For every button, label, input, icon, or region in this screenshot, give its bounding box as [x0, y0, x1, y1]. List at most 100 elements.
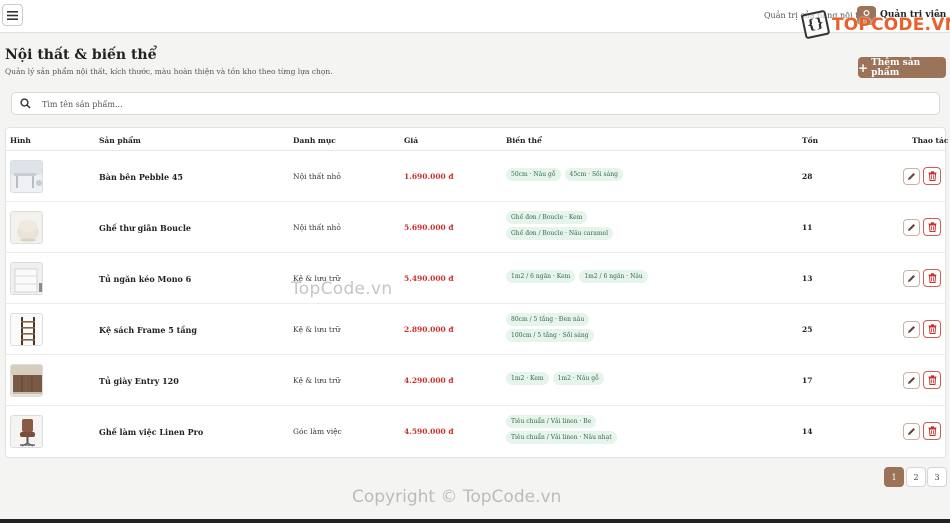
bottom-edge-bar [0, 519, 950, 523]
product-price: 2.890.000 đ [404, 325, 454, 334]
pencil-icon [908, 173, 915, 180]
product-thumbnail [10, 211, 43, 244]
variant-tag: 100cm / 5 tầng · Sồi sáng [506, 329, 594, 342]
product-thumbnail [10, 364, 43, 397]
product-category: Kệ & lưu trữ [293, 376, 341, 385]
trash-icon [928, 375, 936, 385]
trash-icon [928, 171, 936, 181]
watermark-logo: {} TOPCODE.VN [800, 9, 950, 40]
product-price: 5.690.000 đ [404, 223, 454, 232]
delete-button[interactable] [923, 167, 941, 185]
header-product: Sản phẩm [99, 136, 141, 145]
edit-button[interactable] [903, 321, 920, 338]
delete-button[interactable] [923, 371, 941, 389]
pencil-icon [908, 377, 915, 384]
header-variants: Biến thể [506, 136, 542, 145]
page-title: Nội thất & biến thể [5, 47, 157, 63]
top-bar: Quản trị cửa hàng nội thất Quản trị viên… [0, 0, 950, 40]
variant-tag: 1m2 · Kem [506, 372, 549, 385]
header-stock: Tồn [802, 136, 819, 145]
product-stock: 28 [802, 172, 813, 181]
product-thumbnail [10, 313, 43, 346]
page-button-3[interactable]: 3 [927, 467, 947, 487]
pencil-icon [908, 275, 915, 282]
page-subtitle: Quản lý sản phẩm nội thất, kích thước, m… [5, 67, 333, 76]
edit-button[interactable] [903, 219, 920, 236]
delete-button[interactable] [923, 218, 941, 236]
trash-icon [928, 324, 936, 334]
menu-toggle-button[interactable] [2, 4, 23, 26]
product-stock: 13 [802, 274, 813, 283]
variant-tag: 1m2 / 6 ngăn · Nâu [579, 270, 648, 283]
variant-tag: Ghế đơn / Boucle · Kem [506, 211, 588, 224]
page-button-2[interactable]: 2 [906, 467, 926, 487]
product-stock: 25 [802, 325, 813, 334]
product-thumbnail [10, 262, 43, 295]
pencil-icon [908, 428, 915, 435]
search-icon [20, 98, 31, 109]
variant-tag: Tiêu chuẩn / Vải linen · Be [506, 415, 597, 428]
page-button-1[interactable]: 1 [884, 467, 904, 487]
product-name: Ghế thư giãn Boucle [99, 223, 191, 233]
product-stock: 14 [802, 427, 813, 436]
table-row[interactable]: Kệ sách Frame 5 tầng Kệ & lưu trữ 2.890.… [6, 304, 945, 355]
product-thumbnail [10, 160, 43, 193]
product-stock: 17 [802, 376, 813, 385]
variant-list: Ghế đơn / Boucle · Kem Ghế đơn / Boucle … [506, 211, 613, 240]
variant-tag: 1m2 / 6 ngăn · Kem [506, 270, 576, 283]
product-category: Góc làm việc [293, 427, 342, 436]
product-category: Kệ & lưu trữ [293, 325, 341, 334]
product-name: Kệ sách Frame 5 tầng [99, 325, 197, 335]
edit-button[interactable] [903, 168, 920, 185]
variant-list: Tiêu chuẩn / Vải linen · Be Tiêu chuẩn /… [506, 415, 617, 444]
product-price: 1.690.000 đ [404, 172, 454, 181]
header-actions: Thao tác [912, 136, 949, 145]
product-thumbnail [10, 415, 43, 448]
product-name: Ghế làm việc Linen Pro [99, 427, 204, 437]
product-name: Tủ giày Entry 120 [99, 376, 179, 386]
product-category: Nội thất nhỏ [293, 223, 341, 232]
variant-list: 1m2 / 6 ngăn · Kem 1m2 / 6 ngăn · Nâu [506, 270, 648, 283]
edit-button[interactable] [903, 270, 920, 287]
product-price: 4.290.000 đ [404, 376, 454, 385]
delete-button[interactable] [923, 422, 941, 440]
variant-list: 80cm / 5 tầng · Đen nâu 100cm / 5 tầng ·… [506, 313, 594, 342]
variant-list: 50cm · Nâu gỗ 45cm · Sồi sáng [506, 168, 623, 181]
delete-button[interactable] [923, 269, 941, 287]
plus-icon: + [858, 60, 869, 75]
variant-tag: Ghế đơn / Boucle · Nâu caramel [506, 227, 613, 240]
variant-tag: 45cm · Sồi sáng [564, 168, 623, 181]
table-row[interactable]: Tủ giày Entry 120 Kệ & lưu trữ 4.290.000… [6, 355, 945, 406]
search-input[interactable] [42, 96, 922, 112]
trash-icon [928, 222, 936, 232]
variant-tag: 80cm / 5 tầng · Đen nâu [506, 313, 590, 326]
add-product-button[interactable]: + Thêm sản phẩm [858, 57, 946, 78]
variant-tag: 50cm · Nâu gỗ [506, 168, 561, 181]
delete-button[interactable] [923, 320, 941, 338]
table-row[interactable]: Ghế làm việc Linen Pro Góc làm việc 4.59… [6, 406, 945, 457]
watermark-logo-mark: {} [800, 9, 831, 40]
add-product-label: Thêm sản phẩm [871, 57, 921, 78]
pencil-icon [908, 326, 915, 333]
copyright-watermark: Copyright © TopCode.vn [352, 487, 562, 507]
variant-tag: 1m2 · Nâu gỗ [552, 372, 604, 385]
product-name: Bàn bên Pebble 45 [99, 172, 183, 182]
product-name: Tủ ngăn kéo Mono 6 [99, 274, 192, 284]
search-bar [11, 92, 940, 115]
edit-button[interactable] [903, 423, 920, 440]
product-price: 5.490.000 đ [404, 274, 454, 283]
product-stock: 11 [802, 223, 813, 232]
table-header: Hình Sản phẩm Danh mục Giá Biến thể Tồn … [6, 128, 949, 151]
variant-list: 1m2 · Kem 1m2 · Nâu gỗ [506, 372, 604, 385]
product-category: Nội thất nhỏ [293, 172, 341, 181]
edit-button[interactable] [903, 372, 920, 389]
table-row[interactable]: Tủ ngăn kéo Mono 6 Kệ & lưu trữ 5.490.00… [6, 253, 945, 304]
table-row[interactable]: Ghế thư giãn Boucle Nội thất nhỏ 5.690.0… [6, 202, 945, 253]
pencil-icon [908, 224, 915, 231]
table-row[interactable]: Bàn bên Pebble 45 Nội thất nhỏ 1.690.000… [6, 151, 945, 202]
header-image: Hình [10, 136, 31, 145]
header-category: Danh mục [293, 136, 336, 145]
trash-icon [928, 273, 936, 283]
hamburger-icon [7, 10, 18, 20]
products-table: Hình Sản phẩm Danh mục Giá Biến thể Tồn … [5, 127, 949, 458]
